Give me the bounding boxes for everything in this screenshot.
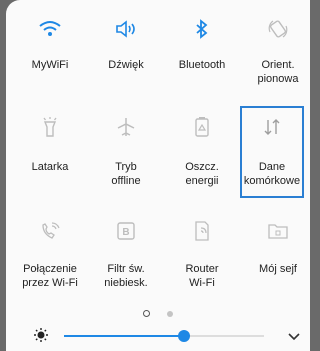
tile-label: Filtr św. niebiesk. xyxy=(104,263,148,289)
rotate-icon xyxy=(265,16,291,42)
tile-label: Bluetooth xyxy=(178,59,226,71)
tile-label: Dane komórkowe xyxy=(243,161,301,187)
blue-light-filter-icon: B xyxy=(113,218,139,244)
flashlight-icon xyxy=(37,114,63,140)
secure-folder-icon xyxy=(265,218,291,244)
tile-label: Oszcz. energii xyxy=(185,161,219,187)
page-dot-active[interactable] xyxy=(143,310,151,317)
brightness-slider[interactable] xyxy=(64,330,264,342)
brightness-slider-fill xyxy=(64,335,184,337)
brightness-slider-thumb[interactable] xyxy=(178,330,190,342)
page-indicator xyxy=(6,304,310,322)
mobile-data-icon xyxy=(259,114,285,140)
page-dot[interactable] xyxy=(166,311,173,317)
hotspot-icon xyxy=(189,218,215,244)
brightness-icon[interactable] xyxy=(34,328,48,347)
tile-label: Orient. pionowa xyxy=(257,59,299,85)
tile-label: MyWiFi xyxy=(31,59,69,71)
wifi-icon xyxy=(37,16,63,42)
speaker-icon xyxy=(113,16,139,42)
wifi-call-icon xyxy=(37,218,63,244)
svg-text:B: B xyxy=(122,227,129,238)
bluetooth-icon xyxy=(189,16,215,42)
battery-saver-icon xyxy=(189,114,215,140)
airplane-icon xyxy=(113,114,139,140)
tile-label: Połączenie przez Wi-Fi xyxy=(22,263,78,289)
chevron-down-icon[interactable] xyxy=(288,329,300,347)
tile-label: Mój sejf xyxy=(259,263,297,275)
tile-label: Dźwięk xyxy=(108,59,144,71)
tile-label: Tryb offline xyxy=(111,161,141,187)
tile-label: Router Wi-Fi xyxy=(185,263,219,289)
quick-settings-panel: MyWiFi Dźwięk Bluetooth Orient. pionowa … xyxy=(6,0,310,351)
tile-label: Latarka xyxy=(31,161,69,173)
